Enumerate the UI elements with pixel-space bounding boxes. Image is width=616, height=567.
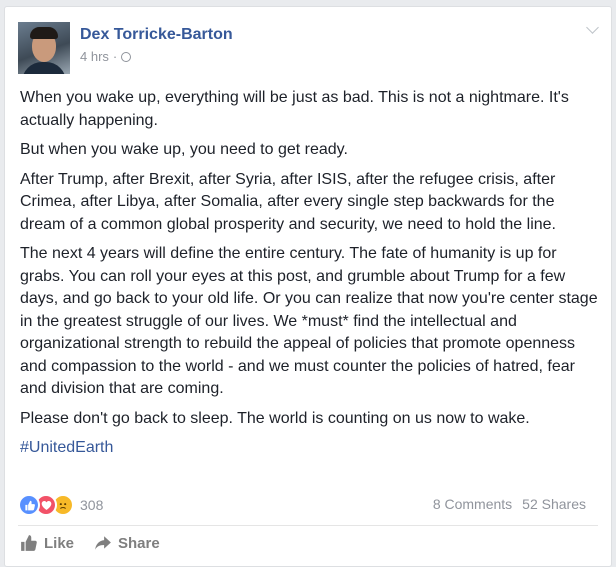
share-button[interactable]: Share [94, 534, 160, 552]
share-arrow-icon [95, 536, 111, 550]
author-name[interactable]: Dex Torricke-Barton [80, 26, 233, 44]
thumbs-up-icon [21, 535, 37, 551]
avatar[interactable] [18, 22, 70, 74]
hashtag-link[interactable]: #UnitedEarth [20, 437, 598, 460]
meta-separator: · [112, 49, 118, 64]
reactions-summary[interactable]: 308 [18, 494, 103, 516]
post-paragraph: When you wake up, everything will be jus… [20, 89, 569, 129]
like-button-label: Like [44, 534, 75, 552]
post-header: Dex Torricke-Barton 4 hrs · [18, 22, 611, 74]
shares-count[interactable]: 52 Shares [522, 496, 586, 512]
engagement-stats: 8 Comments 52 Shares [433, 496, 586, 512]
reaction-count: 308 [80, 497, 104, 513]
comments-count[interactable]: 8 Comments [433, 496, 512, 512]
post-paragraph: The next 4 years will define the entire … [20, 245, 598, 397]
divider [18, 525, 598, 526]
post-meta: 4 hrs · [80, 49, 132, 64]
post-paragraph: But when you wake up, you need to get re… [20, 141, 348, 158]
like-reaction-icon [18, 494, 40, 516]
post-card: Dex Torricke-Barton 4 hrs · When you wak… [4, 6, 612, 567]
post-body: When you wake up, everything will be jus… [20, 87, 598, 460]
post-paragraph: Please don't go back to sleep. The world… [20, 409, 530, 427]
share-button-label: Share [118, 534, 160, 552]
post-actions: Like Share [20, 534, 160, 552]
like-button[interactable]: Like [20, 534, 74, 552]
globe-icon [121, 51, 132, 62]
timestamp[interactable]: 4 hrs [80, 49, 109, 64]
post-paragraph: After Trump, after Brexit, after Syria, … [20, 170, 556, 233]
